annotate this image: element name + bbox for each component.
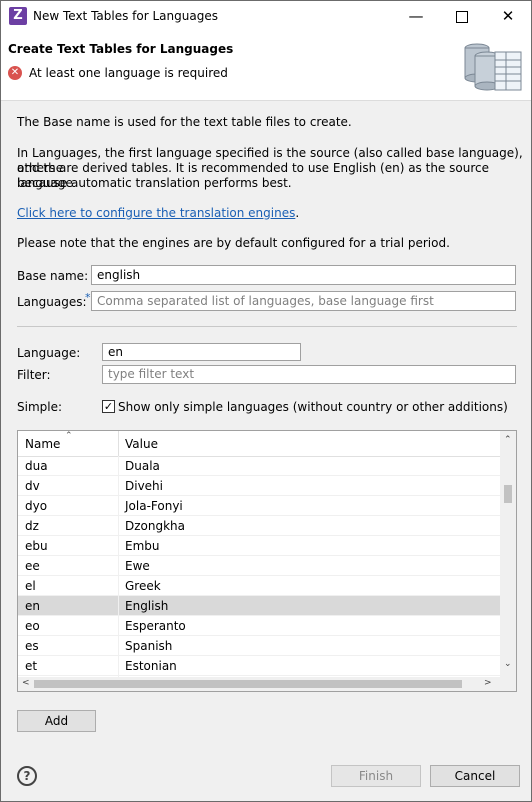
cell-divider [118,576,119,595]
base-name-label: Base name: [17,269,89,283]
finish-button[interactable]: Finish [331,765,421,787]
cell-value: Dzongkha [125,519,186,533]
table-row[interactable]: dyo Jola-Fonyi [18,496,500,516]
sort-ascending-icon: ⌃ [65,431,73,441]
minimize-icon: — [408,7,424,25]
table-row[interactable]: dz Dzongkha [18,516,500,536]
cell-name: ebu [25,539,48,553]
maximize-icon [456,10,468,23]
title-bar: Z New Text Tables for Languages — ✕ [1,1,531,32]
cell-name: et [25,659,38,673]
intro-text: The Base name is used for the text table… [17,115,352,129]
scroll-down-icon[interactable]: ⌄ [504,659,512,669]
cell-name: dua [25,459,48,473]
cell-name: eo [25,619,40,633]
table-header: Name ⌃ Value [18,431,500,457]
simple-checkbox-label[interactable]: Show only simple languages (without coun… [118,400,508,414]
close-button[interactable]: ✕ [485,1,531,32]
table-row[interactable]: eo Esperanto [18,616,500,636]
app-logo-icon: Z [9,7,27,25]
scroll-left-icon[interactable]: < [22,678,30,688]
simple-languages-checkbox[interactable]: ✓ [102,400,115,413]
cell-value: Embu [125,539,160,553]
cell-divider [118,636,119,655]
cell-value: Esperanto [125,619,186,633]
vertical-scroll-thumb[interactable] [504,485,512,503]
table-row[interactable]: ebu Embu [18,536,500,556]
cell-value: Divehi [125,479,163,493]
column-divider[interactable] [118,431,119,456]
simple-label: Simple: [17,400,63,414]
cell-divider [118,596,119,615]
cell-name: el [25,579,36,593]
cell-divider [118,456,119,475]
language-label: Language: [17,346,81,360]
add-button[interactable]: Add [17,710,96,732]
scroll-up-icon[interactable]: ⌃ [504,435,512,445]
horizontal-scrollbar[interactable]: < > [18,677,516,691]
table-row[interactable]: et Estonian [18,656,500,676]
cell-name: dyo [25,499,48,513]
table-row[interactable]: dv Divehi [18,476,500,496]
cell-name: en [25,599,40,613]
window-title: New Text Tables for Languages [33,9,218,23]
languages-input[interactable]: Comma separated list of languages, base … [91,291,516,311]
wizard-header: Create Text Tables for Languages ✕ At le… [1,32,531,101]
minimize-button[interactable]: — [393,1,439,32]
cell-divider [118,616,119,635]
database-table-icon [464,43,522,91]
vertical-scrollbar[interactable]: ⌃ ⌄ [500,431,516,677]
cell-divider [118,536,119,555]
table-body: dua Duala dv Divehi dyo Jola-Fonyi dz Dzongkha e… [18,456,500,691]
column-header-value[interactable]: Value [125,437,158,451]
languages-label: Languages: [17,295,87,309]
cell-name: es [25,639,39,653]
table-row[interactable]: en English [18,596,500,616]
cell-value: Estonian [125,659,177,673]
cell-value: Greek [125,579,161,593]
close-icon: ✕ [501,7,515,25]
cell-value: Duala [125,459,160,473]
base-name-input[interactable]: english [91,265,516,285]
cell-divider [118,656,119,675]
error-icon: ✕ [8,66,22,80]
separator [17,326,517,327]
required-marker: * [85,291,91,304]
filter-input[interactable]: type filter text [102,365,516,384]
cell-divider [118,516,119,535]
configure-engines-link[interactable]: Click here to configure the translation … [17,206,295,220]
table-row[interactable]: el Greek [18,576,500,596]
cell-name: dv [25,479,40,493]
cell-name: ee [25,559,40,573]
cell-divider [118,496,119,515]
link-suffix: . [295,206,300,220]
table-row[interactable]: es Spanish [18,636,500,656]
help-icon[interactable]: ? [17,766,37,786]
horizontal-scroll-thumb[interactable] [34,680,462,688]
cell-value: Jola-Fonyi [125,499,183,513]
trial-note: Please note that the engines are by defa… [17,236,450,250]
language-input[interactable]: en [102,343,301,361]
filter-label: Filter: [17,368,51,382]
cell-value: Spanish [125,639,173,653]
cell-value: English [125,599,169,613]
languages-table: Name ⌃ Value dua Duala dv Divehi dyo Jola-Fon… [17,430,517,692]
configure-engines-row: Click here to configure the translation … [17,206,299,221]
languages-explanation-line3: because automatic translation performs b… [17,176,292,190]
page-title: Create Text Tables for Languages [8,42,234,56]
cell-divider [118,556,119,575]
column-header-name[interactable]: Name [25,437,60,451]
cell-value: Ewe [125,559,150,573]
cancel-button[interactable]: Cancel [430,765,520,787]
dialog-window: Z New Text Tables for Languages — ✕ Crea… [0,0,532,802]
cell-name: dz [25,519,39,533]
table-row[interactable]: dua Duala [18,456,500,476]
scroll-right-icon[interactable]: > [484,678,492,688]
maximize-button[interactable] [439,1,485,32]
error-message: At least one language is required [29,66,228,80]
cell-divider [118,476,119,495]
table-row[interactable]: ee Ewe [18,556,500,576]
